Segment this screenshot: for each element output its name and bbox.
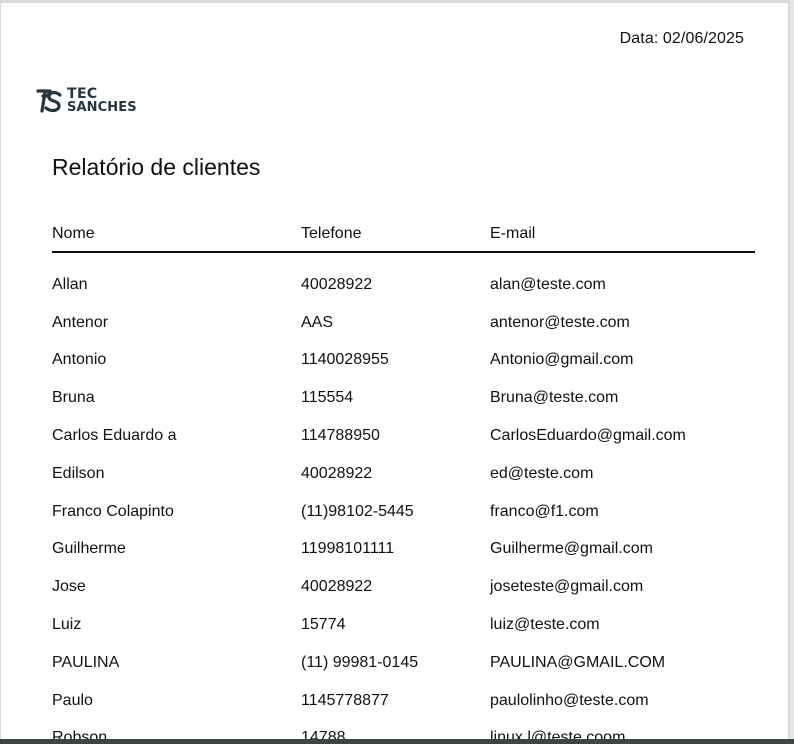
table-row: Antonio 1140028955 Antonio@gmail.com	[52, 342, 755, 380]
cell-email: CarlosEduardo@gmail.com	[490, 427, 686, 445]
column-header-email: E-mail	[490, 224, 536, 242]
column-header-telefone: Telefone	[301, 224, 362, 242]
table-row: Guilherme 11998101111 Guilherme@gmail.co…	[52, 531, 755, 569]
report-date: Data: 02/06/2025	[619, 30, 744, 47]
cell-nome: Allan	[52, 275, 88, 293]
cell-telefone: 40028922	[301, 578, 373, 596]
report-page: Data: 02/06/2025 TEC SANCHES Relatório d…	[0, 0, 790, 739]
cell-telefone: (11)98102-5445	[301, 502, 414, 520]
cell-nome: Edilson	[52, 464, 105, 482]
page-title: Relatório de clientes	[52, 154, 261, 180]
cell-telefone: AAS	[301, 313, 334, 331]
cell-nome: Antonio	[52, 351, 107, 369]
cell-telefone: 114788950	[301, 427, 380, 445]
page-gutter	[790, 0, 794, 739]
cell-telefone: (11) 99981-0145	[301, 653, 419, 671]
cell-nome: Bruna	[52, 389, 95, 407]
cell-nome: Jose	[52, 578, 86, 596]
table-body: Allan 40028922 alan@teste.com Antenor AA…	[52, 253, 755, 739]
cell-nome: Franco Colapinto	[52, 502, 174, 520]
cell-telefone: 15774	[301, 616, 346, 634]
cell-telefone: 115554	[301, 389, 354, 407]
table-row: Franco Colapinto (11)98102-5445 franco@f…	[52, 493, 755, 531]
cell-email: Bruna@teste.com	[490, 389, 619, 407]
cell-nome: Carlos Eduardo a	[52, 427, 177, 445]
table-row: PAULINA (11) 99981-0145 PAULINA@GMAIL.CO…	[52, 644, 755, 682]
cell-email: paulolinho@teste.com	[490, 691, 649, 709]
table-row: Luiz 15774 luiz@teste.com	[52, 606, 755, 644]
table-row: Antenor AAS antenor@teste.com	[52, 304, 755, 342]
cell-email: luiz@teste.com	[490, 616, 600, 634]
table-row: Jose 40028922 joseteste@gmail.com	[52, 568, 755, 606]
cell-email: PAULINA@GMAIL.COM	[490, 653, 666, 671]
cell-nome: PAULINA	[52, 653, 120, 671]
cell-email: Antonio@gmail.com	[490, 351, 634, 369]
cell-email: linux.l@teste.coom	[490, 729, 626, 739]
table-row: Carlos Eduardo a 114788950 CarlosEduardo…	[52, 417, 755, 455]
cell-nome: Luiz	[52, 616, 82, 634]
cell-email: antenor@teste.com	[490, 313, 630, 331]
cell-email: joseteste@gmail.com	[490, 578, 644, 596]
cell-email: franco@f1.com	[490, 502, 599, 520]
table-row: Allan 40028922 alan@teste.com	[52, 266, 755, 304]
cell-nome: Robson	[52, 729, 108, 739]
cell-email: alan@teste.com	[490, 275, 606, 293]
cell-email: Guilherme@gmail.com	[490, 540, 653, 558]
table-row: Bruna 115554 Bruna@teste.com	[52, 379, 755, 417]
cell-telefone: 14788	[301, 729, 346, 739]
cell-nome: Guilherme	[52, 540, 126, 558]
logo-wordmark: TEC SANCHES	[67, 87, 137, 115]
cell-telefone: 40028922	[301, 464, 373, 482]
cell-telefone: 1145778877	[301, 691, 389, 709]
cell-telefone: 40028922	[301, 275, 373, 293]
cell-email: ed@teste.com	[490, 464, 594, 482]
table-row: Robson 14788 linux.l@teste.coom	[52, 720, 755, 739]
column-header-nome: Nome	[52, 224, 95, 242]
table-header: Nome Telefone E-mail	[52, 216, 755, 253]
clients-table: Nome Telefone E-mail Allan 40028922 alan…	[52, 216, 755, 739]
cell-telefone: 1140028955	[301, 351, 389, 369]
cell-nome: Paulo	[52, 691, 93, 709]
tec-sanches-logo-icon	[36, 89, 62, 113]
bottom-toolbar-edge	[0, 739, 794, 744]
logo-line-2: SANCHES	[67, 100, 137, 115]
cell-nome: Antenor	[52, 313, 109, 331]
company-logo: TEC SANCHES	[35, 86, 137, 116]
table-row: Edilson 40028922 ed@teste.com	[52, 455, 755, 493]
table-row: Paulo 1145778877 paulolinho@teste.com	[52, 682, 755, 720]
cell-telefone: 11998101111	[301, 540, 395, 558]
